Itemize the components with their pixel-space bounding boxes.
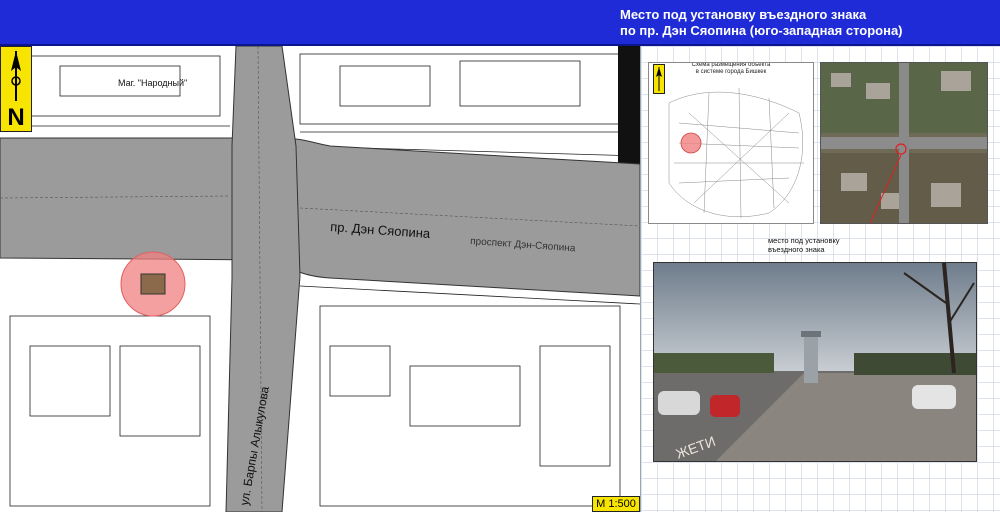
street-photo: ЖЕТИ <box>653 262 977 462</box>
shop-label: Маг. "Народный" <box>118 78 187 88</box>
city-caption-line-1: Схема размещения объекта <box>691 62 771 68</box>
north-arrow: N <box>0 46 32 132</box>
satellite-view <box>821 63 987 223</box>
page-title-line-1: Место под установку въездного знака <box>620 7 867 22</box>
street-photo-scene: ЖЕТИ <box>654 263 976 461</box>
satellite-image <box>820 62 988 224</box>
city-caption-line-2: в системе города Бишкек <box>695 69 767 75</box>
plan-drawing: пр. Дэн Сяопина проспект Дэн-Сяопина ул.… <box>0 46 640 512</box>
city-site-marker <box>680 132 702 154</box>
city-north-icon <box>653 64 665 94</box>
city-scheme-caption: Схема размещения объекта в системе город… <box>649 62 813 76</box>
city-scheme-map <box>668 87 804 219</box>
site-annotation-line-1: место под установку <box>768 236 840 245</box>
topographic-plan: пр. Дэн Сяопина проспект Дэн-Сяопина ул.… <box>0 46 641 512</box>
scale-label: M 1:500 <box>592 496 640 512</box>
page-title: Место под установку въездного знака по п… <box>620 7 920 39</box>
city-scheme: Схема размещения объекта в системе город… <box>648 62 814 224</box>
site-annotation: место под установку въездного знака <box>768 236 878 254</box>
site-annotation-line-2: въездного знака <box>768 245 825 254</box>
north-arrow-icon <box>11 51 21 101</box>
north-letter: N <box>7 104 25 131</box>
page-title-line-2: по пр. Дэн Сяопина (юго-западная сторона… <box>620 23 903 38</box>
sign-footprint <box>140 273 166 295</box>
title-banner: Место под установку въездного знака по п… <box>0 0 1000 46</box>
